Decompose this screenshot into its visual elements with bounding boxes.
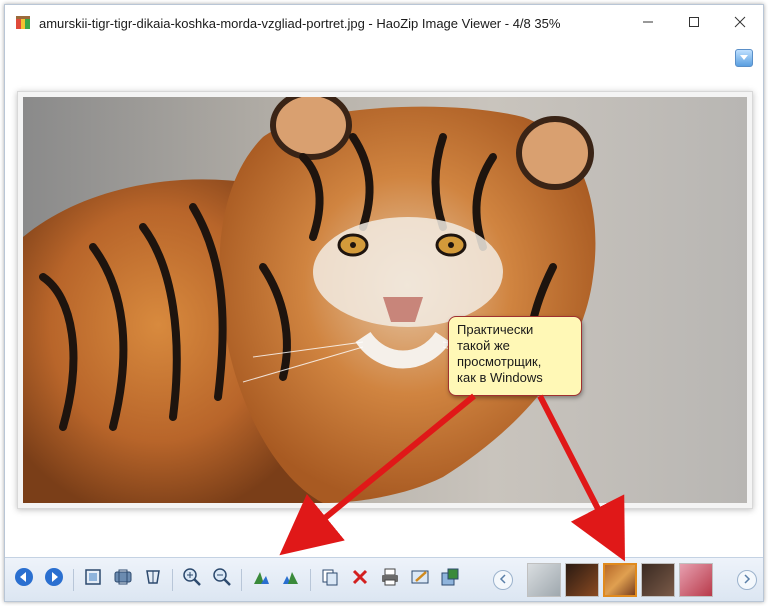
copy-icon [320, 567, 340, 592]
close-icon [734, 15, 746, 31]
toolbar-divider [241, 568, 242, 591]
minimize-icon [642, 15, 654, 31]
thumbnail-strip [493, 558, 757, 602]
tiger-photo [23, 97, 747, 503]
toolbar-divider [310, 568, 311, 591]
zoom-in-icon [182, 567, 202, 592]
actual-size-button[interactable] [110, 567, 136, 593]
minimize-button[interactable] [625, 5, 671, 41]
annotation-callout: Практически такой же просмотрщик, как в … [448, 316, 582, 396]
toolbar-divider [73, 568, 74, 591]
set-wallpaper-button[interactable] [437, 567, 463, 593]
copy-button[interactable] [317, 567, 343, 593]
delete-button[interactable] [347, 567, 373, 593]
zoom-out-icon [212, 567, 232, 592]
rotate-left-button[interactable] [248, 567, 274, 593]
thumbnail-prev-button[interactable] [493, 570, 513, 590]
thumbnail[interactable] [679, 563, 713, 597]
callout-line: Практически [457, 322, 534, 337]
print-icon [380, 567, 400, 592]
rotate-right-button[interactable] [278, 567, 304, 593]
set-wallpaper-icon [440, 567, 460, 592]
rotate-right-icon [281, 567, 301, 592]
haozip-icon [15, 15, 31, 31]
next-button[interactable] [41, 567, 67, 593]
callout-line: такой же [457, 338, 510, 353]
image-display[interactable] [17, 91, 753, 509]
fit-to-window-icon [83, 567, 103, 592]
chevron-left-icon [499, 573, 507, 587]
zoom-in-button[interactable] [179, 567, 205, 593]
image-viewer-window: amurskii-tigr-tigr-dikaia-koshka-morda-v… [4, 4, 764, 602]
delete-icon [350, 567, 370, 592]
toolbar-divider [172, 568, 173, 591]
close-button[interactable] [717, 5, 763, 41]
zoom-out-button[interactable] [209, 567, 235, 593]
fit-to-window-button[interactable] [80, 567, 106, 593]
callout-line: просмотрщик, [457, 354, 542, 369]
menu-dropdown-button[interactable] [735, 49, 753, 67]
fullscreen-button[interactable] [140, 567, 166, 593]
thumbnail-active[interactable] [603, 563, 637, 597]
viewer-toolbar [5, 557, 763, 601]
edit-icon [410, 567, 430, 592]
thumbnail-next-button[interactable] [737, 570, 757, 590]
callout-line: как в Windows [457, 370, 543, 385]
previous-icon [14, 567, 34, 592]
previous-button[interactable] [11, 567, 37, 593]
rotate-left-icon [251, 567, 271, 592]
edit-button[interactable] [407, 567, 433, 593]
maximize-button[interactable] [671, 5, 717, 41]
thumbnail[interactable] [565, 563, 599, 597]
window-title: amurskii-tigr-tigr-dikaia-koshka-morda-v… [39, 15, 561, 31]
thumbnail[interactable] [641, 563, 675, 597]
fullscreen-icon [143, 567, 163, 592]
actual-size-icon [113, 567, 133, 592]
thumbnail[interactable] [527, 563, 561, 597]
print-button[interactable] [377, 567, 403, 593]
next-icon [44, 567, 64, 592]
maximize-icon [688, 15, 700, 31]
chevron-right-icon [743, 573, 751, 587]
title-bar: amurskii-tigr-tigr-dikaia-koshka-morda-v… [5, 5, 763, 41]
chevron-down-icon [739, 49, 749, 67]
